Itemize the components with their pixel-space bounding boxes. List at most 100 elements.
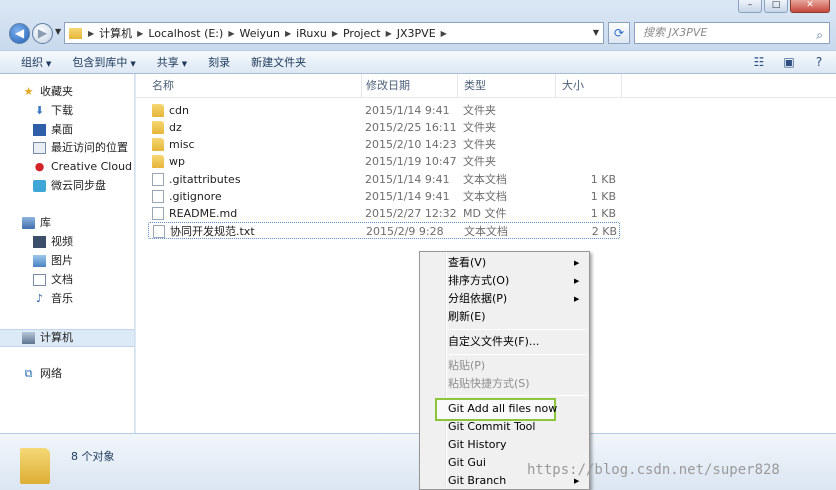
nav-item-pictures[interactable]: 图片 [0, 252, 73, 270]
preview-pane-icon[interactable]: ▣ [780, 54, 798, 70]
file-name: .gitignore [169, 190, 222, 203]
menu-item-view[interactable]: 查看(V) [448, 254, 486, 272]
nav-item-documents[interactable]: 文档 [0, 271, 73, 289]
file-date: 2015/1/19 10:47 [365, 155, 457, 168]
file-row[interactable]: cdn 2015/1/14 9:41 文件夹 [148, 102, 620, 119]
nav-item-music[interactable]: ♪ 音乐 [0, 290, 73, 308]
file-name: wp [169, 155, 185, 168]
documents-icon [33, 274, 46, 286]
address-bar[interactable]: ▶ 计算机 ▶ Localhost (E:) ▶ Weiyun ▶ iRuxu … [64, 22, 604, 44]
nav-network[interactable]: ⧉ 网络 [0, 365, 62, 383]
column-name[interactable]: 名称 [146, 74, 362, 98]
window-controls: – □ ✕ [738, 0, 830, 14]
maximize-button[interactable]: □ [764, 0, 788, 13]
burn-button[interactable]: 刻录 [208, 54, 230, 70]
file-row[interactable]: .gitattributes 2015/1/14 9:41 文本文档 1 KB [148, 171, 620, 188]
file-row[interactable]: dz 2015/2/25 16:11 文件夹 [148, 119, 620, 136]
nav-item-desktop[interactable]: 桌面 [0, 121, 73, 139]
search-input[interactable]: 搜索 JX3PVE ⌕ [634, 22, 830, 44]
file-row[interactable]: README.md 2015/2/27 12:32 MD 文件 1 KB [148, 205, 620, 222]
file-row[interactable]: wp 2015/1/19 10:47 文件夹 [148, 153, 620, 170]
include-in-library-menu[interactable]: 包含到库中 ▼ [72, 54, 135, 70]
file-type: 文本文档 [463, 190, 507, 203]
address-history-dropdown-icon[interactable]: ▼ [593, 28, 599, 37]
nav-favorites[interactable]: ★ 收藏夹 [0, 83, 73, 101]
menu-item-refresh[interactable]: 刷新(E) [448, 308, 486, 326]
file-type: 文件夹 [463, 155, 496, 168]
breadcrumb-separator-icon[interactable]: ▶ [386, 29, 392, 38]
item-count: 8 个对象 [71, 450, 115, 463]
menu-item-customize-folder[interactable]: 自定义文件夹(F)... [448, 333, 539, 351]
refresh-button[interactable]: ⟳ [608, 22, 630, 44]
new-folder-button[interactable]: 新建文件夹 [251, 54, 306, 70]
breadcrumb-separator-icon[interactable]: ▶ [441, 29, 447, 38]
breadcrumb-separator-icon[interactable]: ▶ [332, 29, 338, 38]
menu-item-git-commit-tool[interactable]: Git Commit Tool [448, 418, 535, 436]
file-date: 2015/2/9 9:28 [366, 225, 444, 238]
menu-item-git-history[interactable]: Git History [448, 436, 507, 454]
minimize-button[interactable]: – [738, 0, 762, 13]
menu-item-group-by[interactable]: 分组依据(P) [448, 290, 507, 308]
folder-icon [20, 448, 50, 484]
submenu-arrow-icon: ▶ [574, 259, 580, 267]
share-menu[interactable]: 共享 ▼ [157, 54, 187, 70]
breadcrumb-item[interactable]: Localhost (E:) [148, 27, 223, 40]
recent-places-icon [33, 142, 46, 154]
file-name: dz [169, 121, 182, 134]
watermark: https://blog.csdn.net/super828 [527, 462, 780, 478]
menu-item-git-gui[interactable]: Git Gui [448, 454, 486, 472]
file-date: 2015/2/25 16:11 [365, 121, 457, 134]
breadcrumb-separator-icon[interactable]: ▶ [285, 29, 291, 38]
file-name: .gitattributes [169, 173, 241, 186]
folder-icon [152, 155, 164, 168]
forward-button[interactable]: ▶ [32, 23, 53, 44]
file-date: 2015/2/27 12:32 [365, 207, 457, 220]
nav-item-videos[interactable]: 视频 [0, 233, 73, 251]
organize-menu[interactable]: 组织 ▼ [21, 54, 51, 70]
nav-item-label: 下载 [51, 104, 73, 117]
breadcrumb-separator-icon[interactable]: ▶ [88, 29, 94, 38]
close-button[interactable]: ✕ [790, 0, 830, 13]
nav-item-downloads[interactable]: ⬇ 下载 [0, 102, 73, 120]
back-button[interactable]: ◀ [9, 23, 30, 44]
nav-library[interactable]: 库 [0, 214, 51, 232]
nav-item-recent-places[interactable]: 最近访问的位置 [0, 139, 128, 157]
text-file-icon [152, 190, 164, 203]
desktop-icon [33, 124, 46, 136]
breadcrumb-item[interactable]: JX3PVE [397, 27, 436, 40]
share-label: 共享 [156, 56, 179, 69]
recent-pages-dropdown-icon[interactable]: ▼ [55, 27, 61, 36]
computer-icon [22, 332, 35, 344]
view-options-icon[interactable]: ☷ ▾ [750, 54, 768, 85]
nav-item-weiyun-sync[interactable]: 微云同步盘 [0, 177, 106, 195]
context-menu: 查看(V) ▶ 排序方式(O) ▶ 分组依据(P) ▶ 刷新(E) 自定义文件夹… [419, 251, 590, 490]
folder-icon [152, 104, 164, 117]
breadcrumb-item[interactable]: Weiyun [239, 27, 280, 40]
menu-item-git-add-all[interactable]: Git Add all files now [448, 400, 557, 418]
menu-item-sort-by[interactable]: 排序方式(O) [448, 272, 509, 290]
column-type[interactable]: 类型 [458, 74, 556, 98]
breadcrumb-separator-icon[interactable]: ▶ [137, 29, 143, 38]
breadcrumb-item[interactable]: 计算机 [99, 25, 132, 41]
breadcrumb-item[interactable]: Project [343, 27, 381, 40]
nav-item-label: 最近访问的位置 [51, 141, 128, 154]
breadcrumb-item[interactable]: iRuxu [296, 27, 327, 40]
star-icon: ★ [23, 85, 34, 98]
nav-item-creative-cloud[interactable]: ● Creative Cloud 文件 [0, 158, 134, 176]
file-size: 2 KB [591, 225, 617, 238]
markdown-file-icon [152, 207, 164, 220]
file-name: cdn [169, 104, 190, 117]
nav-computer[interactable]: 计算机 [0, 329, 134, 347]
search-icon[interactable]: ⌕ [816, 25, 823, 45]
column-size[interactable]: 大小 [556, 74, 622, 98]
help-icon[interactable]: ? [810, 54, 828, 70]
column-date[interactable]: 修改日期 [360, 74, 458, 98]
breadcrumb-separator-icon[interactable]: ▶ [228, 29, 234, 38]
file-row[interactable]: .gitignore 2015/1/14 9:41 文本文档 1 KB [148, 188, 620, 205]
menu-item-git-branch[interactable]: Git Branch [448, 472, 506, 489]
menu-separator [448, 354, 587, 355]
file-type: 文件夹 [463, 104, 496, 117]
file-row[interactable]: misc 2015/2/10 14:23 文件夹 [148, 136, 620, 153]
search-placeholder: 搜索 JX3PVE [643, 26, 708, 39]
file-row[interactable]: 协同开发规范.txt 2015/2/9 9:28 文本文档 2 KB [148, 222, 620, 239]
